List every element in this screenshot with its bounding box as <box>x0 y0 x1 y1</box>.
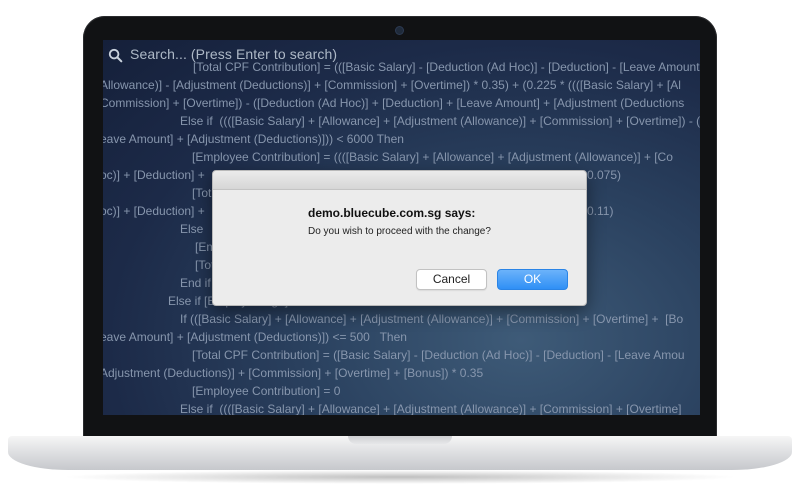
code-line: 0.075) <box>587 168 622 182</box>
code-line: Allowance)] - [Adjustment (Deductions)] … <box>103 78 681 92</box>
code-line: oc)] + [Deduction] + <box>103 204 205 218</box>
dialog-title: demo.bluecube.com.sg says: <box>308 206 476 220</box>
code-line: [Employee Contribution] = 0 <box>192 384 341 398</box>
confirm-dialog: demo.bluecube.com.sg says: Do you wish t… <box>212 170 587 306</box>
code-line: If (([Basic Salary] + [Allowance] + [Adj… <box>180 312 684 326</box>
code-line: [Employee Contribution] = ((([Basic Sala… <box>192 150 673 164</box>
code-line: [Total CPF Contribution] = (([Basic Sala… <box>193 60 700 74</box>
code-line: eave Amount] + [Adjustment (Deductions)]… <box>103 330 407 344</box>
code-line: Else <box>180 222 204 236</box>
code-line: Commission] + [Overtime]) - ([Deduction … <box>103 96 685 110</box>
code-line: End if <box>180 276 211 290</box>
code-line: Else if ((([Basic Salary] + [Allowance] … <box>180 402 682 415</box>
cancel-button[interactable]: Cancel <box>416 269 487 290</box>
code-line: eave Amount] + [Adjustment (Deductions)]… <box>103 132 404 146</box>
code-line: [Total CPF Contribution] = ([Basic Salar… <box>192 348 685 362</box>
search-icon[interactable] <box>108 48 123 63</box>
code-line: Else if ((([Basic Salary] + [Allowance] … <box>180 114 700 128</box>
ok-button[interactable]: OK <box>497 269 568 290</box>
code-line: 0.11) <box>587 204 614 218</box>
webcam <box>396 27 403 34</box>
laptop-shadow <box>60 470 740 484</box>
dialog-titlebar[interactable] <box>213 171 586 190</box>
code-line: Adjustment (Deductions)] + [Commission] … <box>103 366 484 380</box>
code-line: [Tot <box>192 186 212 200</box>
laptop-notch <box>348 436 452 444</box>
dialog-message: Do you wish to proceed with the change? <box>308 226 491 237</box>
code-line: oc)] + [Deduction] + <box>103 168 205 182</box>
